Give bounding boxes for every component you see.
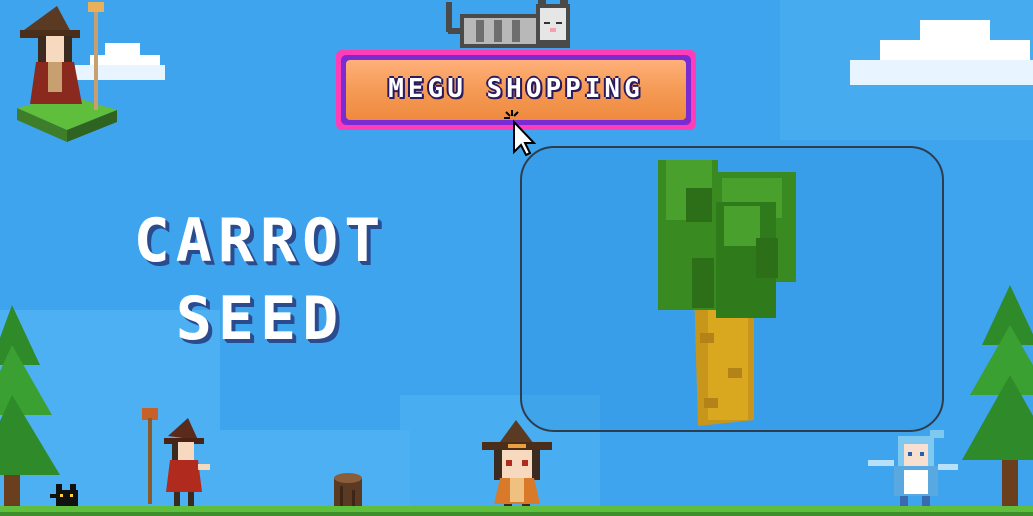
witch-on-island-icon	[17, 2, 117, 142]
sleeping-cat-icon	[446, 0, 570, 48]
blue-haired-priestess-icon	[868, 430, 958, 510]
cloud-icon	[850, 20, 1033, 85]
witch-with-staff-icon	[142, 408, 210, 510]
mouse-cursor-icon	[504, 110, 537, 156]
game-scene: MEGU SHOPPING CARROT SEED	[0, 0, 1033, 516]
pine-tree-icon	[962, 285, 1033, 511]
ground-shadow	[0, 512, 1033, 516]
product-name-line2: SEED	[175, 284, 345, 354]
product-display-frame	[520, 146, 944, 432]
megu-shopping-label: MEGU SHOPPING	[388, 74, 644, 104]
product-name-line1: CARROT	[133, 206, 387, 276]
chibi-witch-icon	[482, 420, 552, 512]
carrot-seed-icon	[658, 160, 796, 426]
